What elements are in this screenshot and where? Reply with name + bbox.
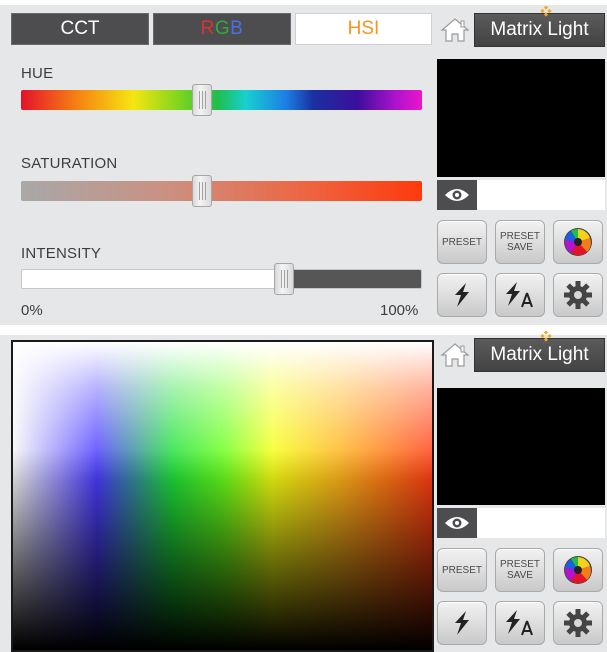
eye-status-strip [477,180,605,210]
tab-rgb-g: G [214,18,231,39]
effects-edit-button[interactable] [495,601,545,645]
preset-button[interactable]: PRESET [437,548,487,592]
eye-toggle-button[interactable] [437,508,477,538]
color-wheel-button[interactable] [553,548,603,592]
hue-label: HUE [21,65,54,82]
hsi-slider-panel: CCT RGB HSI HUE SATURATION INTENSITY 0% … [0,5,607,325]
gear-icon [564,609,592,637]
home-button[interactable] [437,338,472,372]
color-picker-panel: Matrix Light PRESET PRESET SAVE [0,331,607,652]
settings-button[interactable] [553,273,603,317]
brand-name: Matrix Light [490,344,589,365]
tab-rgb[interactable]: RGB [153,13,291,45]
home-icon [439,343,470,367]
tab-cct[interactable]: CCT [11,13,149,45]
home-icon [439,18,470,42]
effects-button[interactable] [437,601,487,645]
eye-toggle-button[interactable] [437,180,477,210]
eye-status-strip [477,508,605,538]
color-wheel-icon [564,228,592,256]
intensity-slider-track[interactable] [21,269,422,289]
brand-logo: Matrix Light [474,331,605,372]
tab-hsi[interactable]: HSI [295,13,432,45]
tab-rgb-r: R [200,18,215,39]
hue-slider-track[interactable] [21,90,422,110]
tab-rgb-b: B [230,18,244,39]
effects-button[interactable] [437,273,487,317]
settings-button[interactable] [553,601,603,645]
diamond-logo-icon [540,331,553,342]
saturation-slider-track[interactable] [21,181,422,201]
preset-save-button[interactable]: PRESET SAVE [495,220,545,264]
eye-icon [445,517,469,529]
gear-icon [564,281,592,309]
lightning-icon [455,611,469,635]
lightning-icon [455,283,469,307]
intensity-label: INTENSITY [21,245,102,262]
effects-edit-button[interactable] [495,273,545,317]
lightning-edit-icon [506,610,533,636]
color-preview [437,59,605,177]
preset-button[interactable]: PRESET [437,220,487,264]
brand-logo: Matrix Light [474,6,605,47]
color-preview [437,388,605,505]
diamond-logo-icon [540,6,553,17]
brand-name: Matrix Light [490,19,589,40]
saturation-label: SATURATION [21,155,118,172]
color-wheel-icon [564,556,592,584]
home-button[interactable] [437,13,472,47]
intensity-min-label: 0% [21,302,43,319]
eye-icon [445,189,469,201]
color-wheel-button[interactable] [553,220,603,264]
intensity-max-label: 100% [380,302,419,319]
preset-save-button[interactable]: PRESET SAVE [495,548,545,592]
color-picker-field[interactable] [11,340,434,652]
hue-slider-thumb[interactable] [192,84,212,116]
intensity-slider-thumb[interactable] [274,263,294,295]
saturation-slider-thumb[interactable] [192,175,212,207]
lightning-edit-icon [506,282,533,308]
